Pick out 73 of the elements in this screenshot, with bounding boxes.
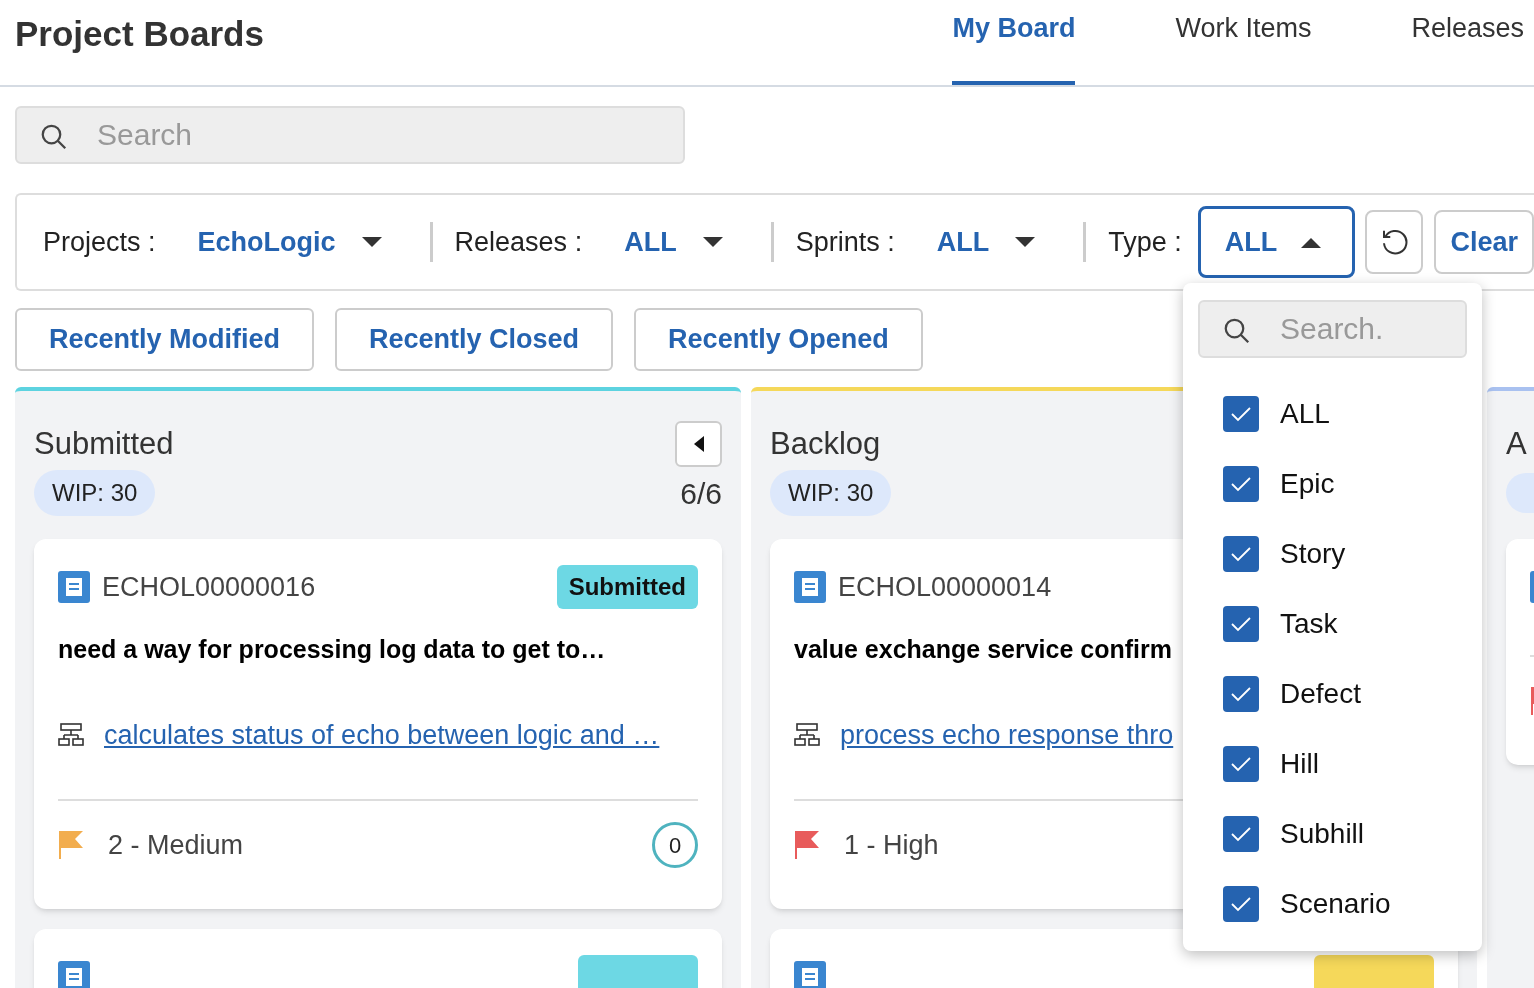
- caret-icon: [1301, 236, 1322, 248]
- item-count: 6/6: [680, 475, 722, 512]
- checkbox[interactable]: [1223, 606, 1259, 642]
- quick-filter-button[interactable]: Recently Closed: [335, 308, 614, 371]
- option-label: Subhill: [1280, 817, 1365, 851]
- filter-label: Type :: [1108, 225, 1182, 259]
- nav-tab[interactable]: Work Items: [1175, 0, 1312, 85]
- check-icon: [1230, 686, 1252, 702]
- hierarchy-icon: [794, 722, 820, 747]
- option-label: Epic: [1280, 467, 1335, 501]
- priority-label: 1 - High: [844, 828, 939, 862]
- check-icon: [1230, 756, 1252, 772]
- caret-icon: [361, 236, 382, 248]
- parent-link[interactable]: calculates status of echo between logic and …: [104, 714, 660, 755]
- filter-label: Sprints :: [795, 225, 895, 259]
- reset-button[interactable]: [1364, 210, 1424, 274]
- check-icon: [1230, 896, 1252, 912]
- search-icon: [1222, 316, 1252, 346]
- option-label: ALL: [1280, 397, 1330, 431]
- nav-tab[interactable]: My Board: [952, 0, 1076, 85]
- checkbox[interactable]: [1223, 746, 1259, 782]
- option-label: Hill: [1280, 747, 1319, 781]
- item-id: ECHOL00000016: [102, 570, 316, 604]
- check-icon: [1230, 616, 1252, 632]
- priority-label: 2 - Medium: [108, 828, 244, 862]
- checkbox[interactable]: [1223, 396, 1259, 432]
- filter-label: Releases :: [454, 225, 583, 259]
- menu-search-field[interactable]: Search.: [1198, 300, 1467, 358]
- filter-dropdown[interactable]: ALL: [598, 221, 749, 263]
- caret-icon: [702, 236, 723, 248]
- option-label: Story: [1280, 537, 1346, 571]
- column-title: Submitted: [34, 424, 174, 463]
- column-title: Backlog: [770, 424, 881, 463]
- status-tag: Submitted: [556, 565, 698, 609]
- nav-tab[interactable]: Releases: [1411, 0, 1524, 85]
- check-icon: [1230, 826, 1252, 842]
- item-title: need a way for processing log data to get to…: [58, 634, 607, 665]
- search-field[interactable]: Search: [15, 106, 685, 164]
- hierarchy-icon: [58, 722, 84, 747]
- document-icon: [58, 571, 90, 603]
- wip-badge: WIP: 30: [770, 470, 892, 516]
- filter-dropdown[interactable]: EchoLogic: [171, 221, 408, 263]
- wip-badge: WIP: 30: [34, 470, 156, 516]
- item-id: ECHOL00000014: [838, 570, 1052, 604]
- collapse-button[interactable]: [675, 421, 722, 467]
- checkbox[interactable]: [1223, 886, 1259, 922]
- item-title: value exchange service confirm: [794, 634, 1173, 665]
- type-select[interactable]: ALL: [1197, 206, 1355, 278]
- checkbox[interactable]: [1223, 676, 1259, 712]
- parent-link[interactable]: process echo response thro: [840, 714, 1174, 755]
- document-icon: [58, 961, 90, 988]
- quick-filter-button[interactable]: Recently Modified: [15, 308, 315, 371]
- checkbox[interactable]: [1223, 816, 1259, 852]
- comment-count[interactable]: 0: [652, 822, 698, 868]
- check-icon: [1230, 546, 1252, 562]
- filter-label: Projects :: [43, 225, 156, 259]
- search-icon: [39, 122, 69, 152]
- check-icon: [1230, 476, 1252, 492]
- clear-button[interactable]: Clear: [1434, 210, 1534, 274]
- document-icon: [794, 571, 826, 603]
- caret-icon: [1015, 236, 1036, 248]
- checkbox[interactable]: [1223, 466, 1259, 502]
- filter-dropdown[interactable]: ALL: [910, 221, 1062, 263]
- checkbox[interactable]: [1223, 536, 1259, 572]
- quick-filter-button[interactable]: Recently Opened: [634, 308, 923, 371]
- page-title: Project Boards: [15, 13, 264, 55]
- column-title: A: [1506, 424, 1527, 463]
- work-item-card[interactable]: ECHOL00000016 Submitted need a way for processing log data to get to… calculates status of echo between logic and … 2 - Medium 0: [34, 539, 722, 909]
- caret-left-icon: [692, 436, 705, 452]
- option-label: Task: [1280, 607, 1338, 641]
- option-label: Defect: [1280, 677, 1361, 711]
- check-icon: [1230, 406, 1252, 422]
- document-icon: [794, 961, 826, 988]
